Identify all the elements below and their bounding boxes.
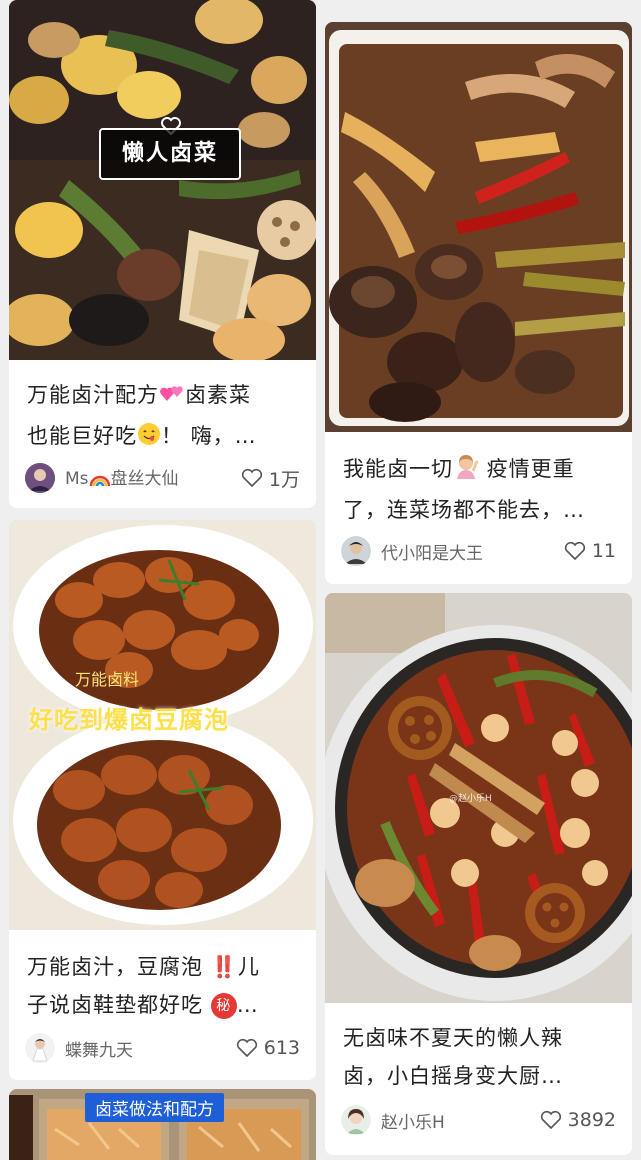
author-text: Ms [65, 469, 89, 489]
image-overlay-label: 万能卤料 [75, 670, 140, 689]
avatar[interactable] [341, 536, 371, 566]
yum-face-emoji [137, 420, 161, 458]
title-text: 也能巨好吃 [27, 424, 137, 448]
title-text: … [236, 993, 259, 1017]
like-button[interactable]: 11 [564, 540, 616, 562]
two-hearts-emoji [159, 379, 185, 417]
note-cover-image[interactable]: @赵小乐H [325, 593, 632, 1003]
note-cover-image[interactable]: 懒人卤菜 [9, 0, 316, 360]
title-text: 子说卤鞋垫都好吃 [27, 993, 211, 1017]
notes-feed: 懒人卤菜 万能卤汁配方 卤素菜 也能巨好吃 ！ 嗨，… Ms 盘丝大仙 1万 我能… [0, 0, 641, 1160]
title-text: 我能卤一切 [343, 457, 453, 481]
like-button[interactable]: 613 [236, 1037, 300, 1059]
image-overlay-title: 好吃到爆卤豆腐泡 [29, 705, 229, 734]
like-count: 11 [591, 540, 616, 562]
like-count: 613 [263, 1037, 300, 1059]
raising-hand-emoji [453, 453, 479, 491]
heart-outline-icon [236, 1038, 257, 1058]
author-name[interactable]: Ms 盘丝大仙 [65, 464, 241, 492]
title-text: 万能卤汁配方 [27, 383, 159, 407]
title-text: 疫情更重 [479, 457, 575, 481]
like-button[interactable]: 1万 [241, 465, 300, 492]
heart-outline-icon [564, 541, 585, 561]
note-cover-image[interactable]: 万能卤料 好吃到爆卤豆腐泡 [9, 520, 316, 930]
braised-vegetables-photo [9, 0, 316, 360]
title-text: 儿 [237, 955, 260, 979]
like-count: 1万 [268, 468, 300, 491]
note-cover-image[interactable]: 卤菜做法和配方 [9, 1089, 316, 1160]
like-button[interactable]: 3892 [540, 1109, 616, 1131]
heart-outline-icon [241, 468, 262, 488]
author-name[interactable]: 代小阳是大王 [381, 539, 564, 564]
secret-emoji: 秘 [210, 993, 237, 1019]
author-text: 盘丝大仙 [110, 469, 179, 489]
rainbow-emoji [89, 471, 111, 492]
image-overlay-label: 卤菜做法和配方 [85, 1093, 224, 1122]
note-meta: Ms 盘丝大仙 1万 [25, 461, 300, 495]
heart-outline-icon [540, 1110, 561, 1130]
title-text: 无卤味不夏天的懒人辣 [343, 1026, 563, 1050]
double-exclamation-emoji: ‼️ [210, 955, 238, 979]
note-card[interactable]: @赵小乐H 无卤味不夏天的懒人辣 卤，小白摇身变大厨… 赵小乐H 3892 [325, 593, 632, 1155]
note-title[interactable]: 我能卤一切 疫情更重 了，连菜场都不能去，… [343, 450, 618, 529]
braised-mushrooms-photo [325, 22, 632, 432]
title-text: 卤，小白摇身变大厨… [343, 1064, 563, 1088]
author-name[interactable]: 蝶舞九天 [65, 1036, 236, 1061]
note-meta: 赵小乐H 3892 [341, 1103, 616, 1137]
avatar[interactable] [25, 463, 55, 493]
like-count: 3892 [567, 1109, 616, 1131]
note-cover-image[interactable] [325, 22, 632, 432]
note-title[interactable]: 万能卤汁，豆腐泡 ‼️儿 子说卤鞋垫都好吃 秘… [27, 948, 302, 1024]
note-title[interactable]: 无卤味不夏天的懒人辣 卤，小白摇身变大厨… [343, 1019, 618, 1095]
image-overlay-label: 懒人卤菜 [99, 128, 241, 180]
note-meta: 代小阳是大王 11 [341, 534, 616, 568]
title-text: 了，连菜场都不能去，… [343, 498, 585, 522]
note-card[interactable]: 我能卤一切 疫情更重 了，连菜场都不能去，… 代小阳是大王 11 [325, 22, 632, 584]
note-title[interactable]: 万能卤汁配方 卤素菜 也能巨好吃 ！ 嗨，… [27, 376, 302, 458]
avatar[interactable] [341, 1105, 371, 1135]
note-meta: 蝶舞九天 613 [25, 1031, 300, 1065]
title-text: 万能卤汁，豆腐泡 [27, 955, 211, 979]
title-text: 卤素菜 [185, 383, 251, 407]
avatar[interactable] [25, 1033, 55, 1063]
note-card[interactable]: 万能卤料 好吃到爆卤豆腐泡 万能卤汁，豆腐泡 ‼️儿 子说卤鞋垫都好吃 秘… 蝶… [9, 520, 316, 1080]
note-card[interactable]: 卤菜做法和配方 [9, 1089, 316, 1160]
author-name[interactable]: 赵小乐H [381, 1108, 540, 1133]
image-watermark: @赵小乐H [449, 794, 492, 804]
title-text: ！ 嗨，… [161, 424, 257, 448]
note-card[interactable]: 懒人卤菜 万能卤汁配方 卤素菜 也能巨好吃 ！ 嗨，… Ms 盘丝大仙 1万 [9, 0, 316, 508]
